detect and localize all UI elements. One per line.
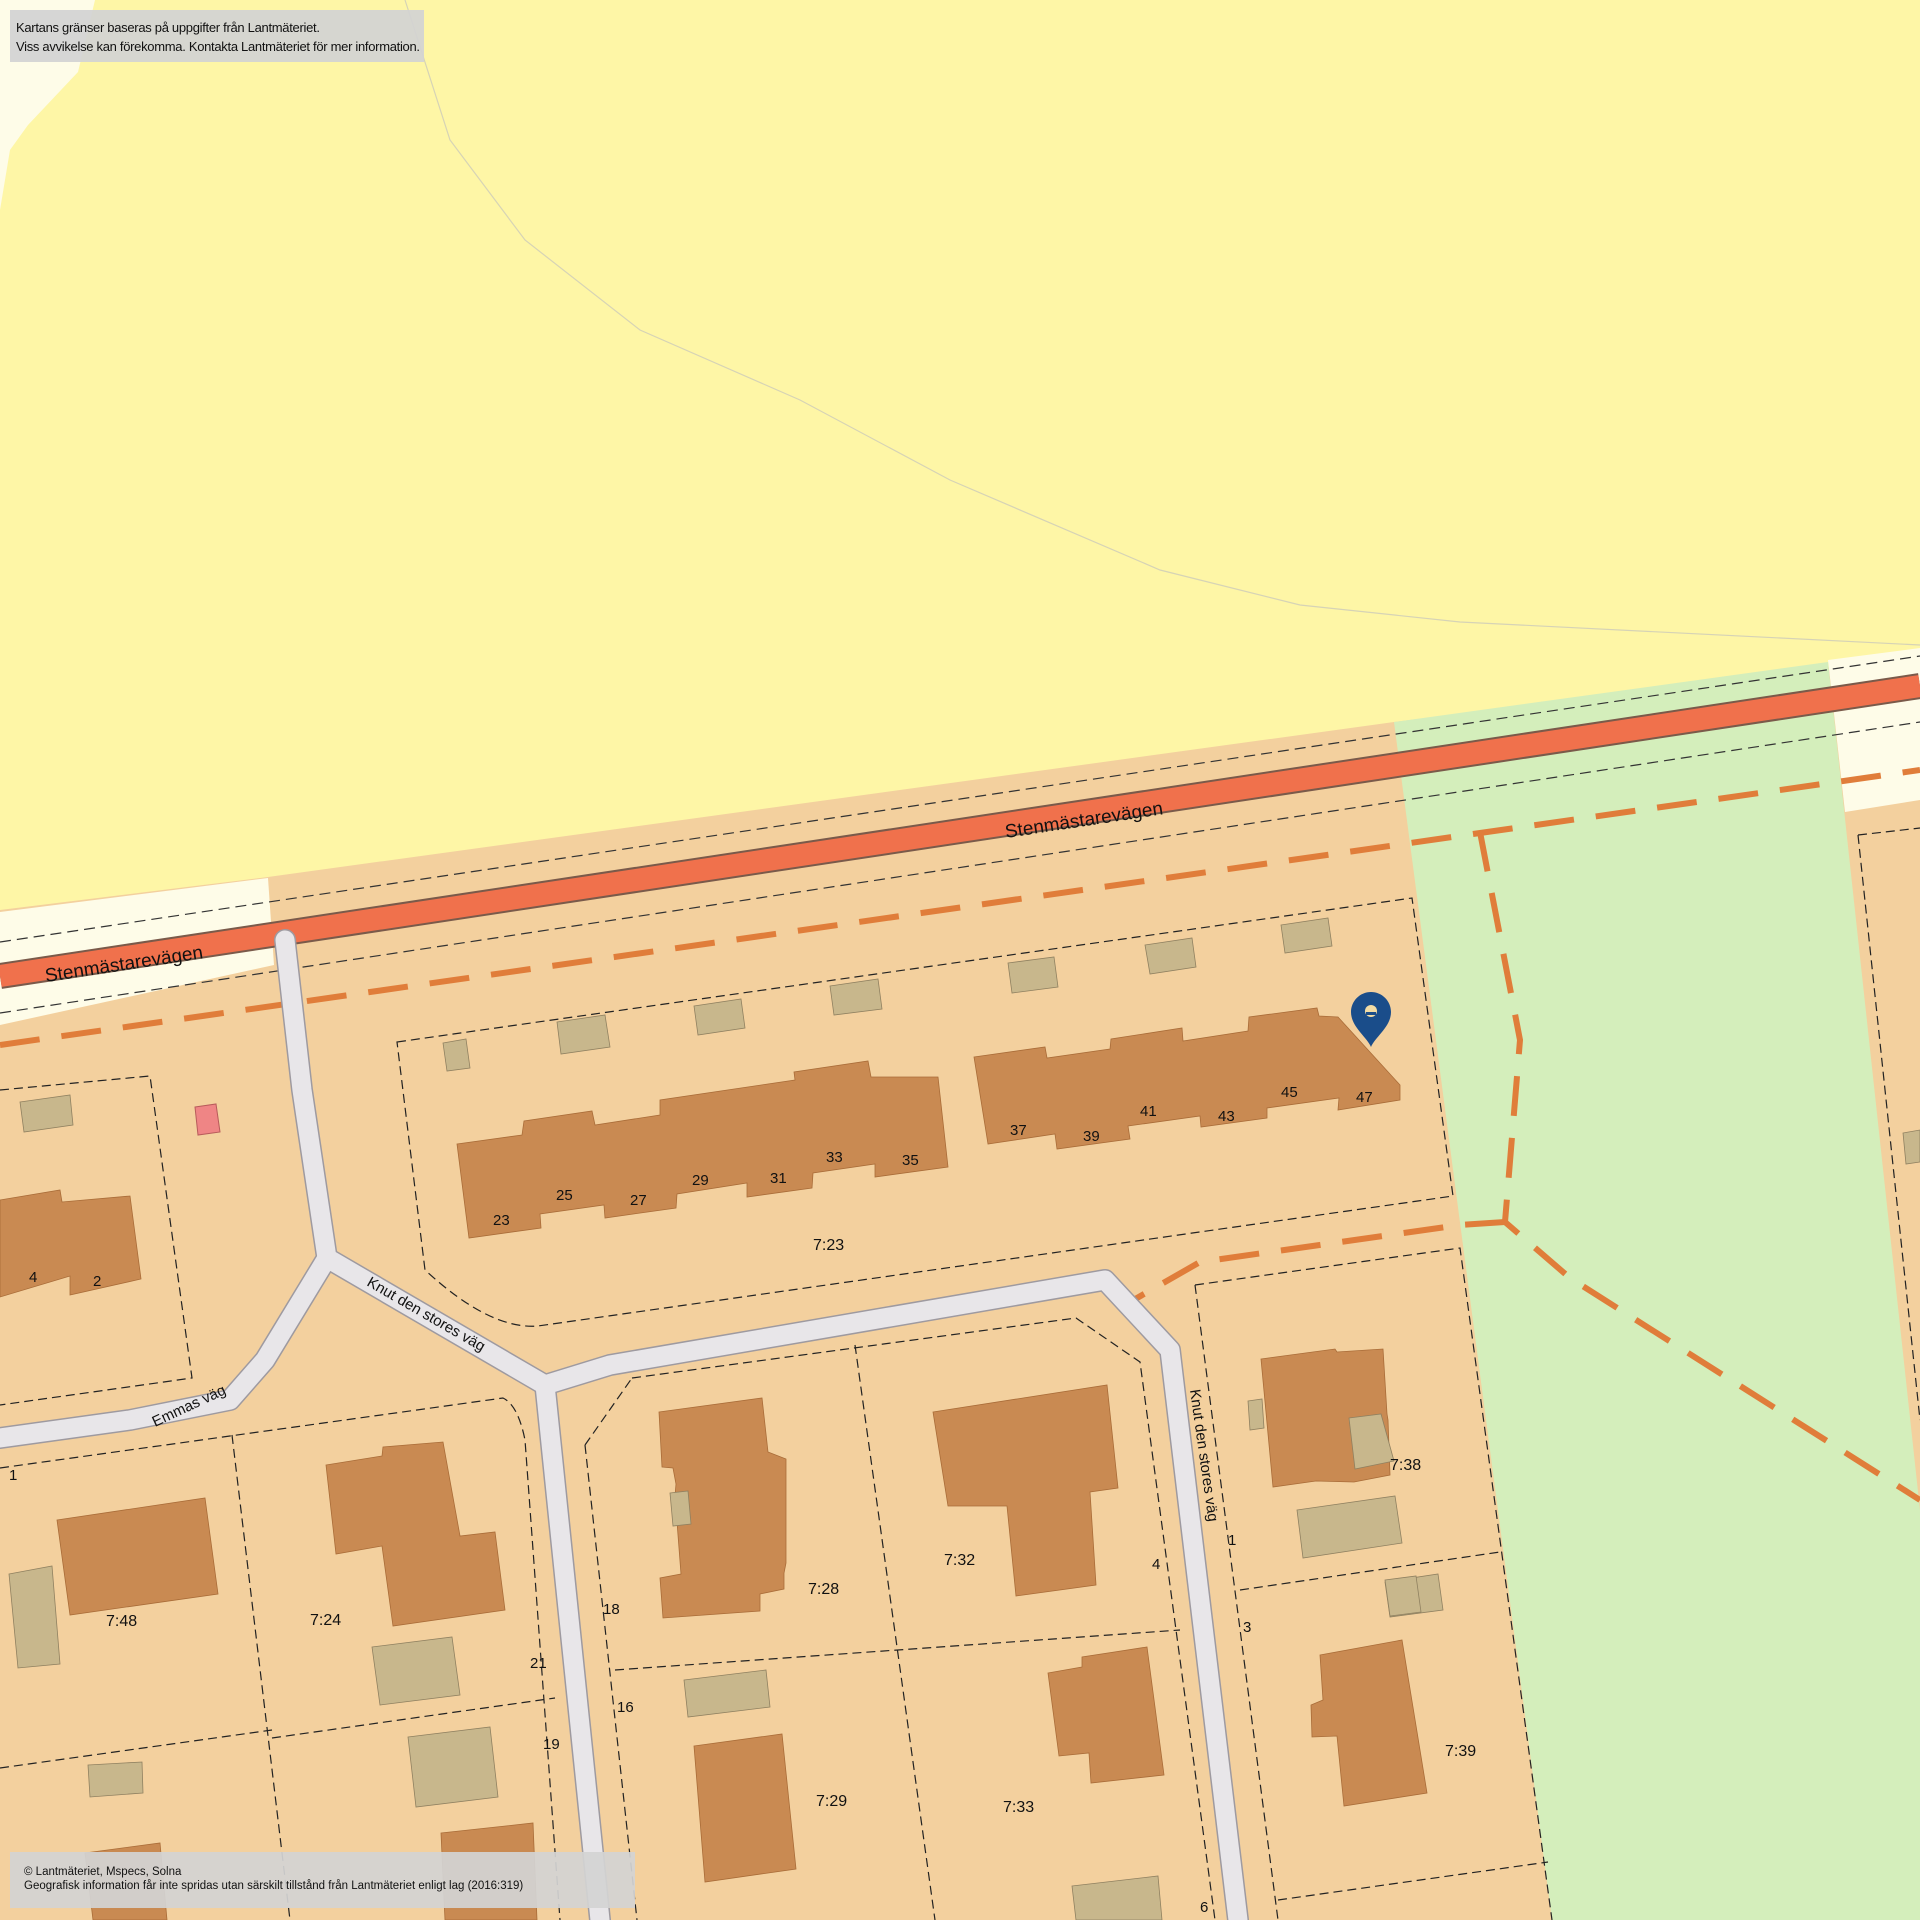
parcel-label: 7:39 — [1445, 1743, 1476, 1760]
house-number: 43 — [1218, 1108, 1235, 1125]
parcel-label: 7:23 — [813, 1237, 844, 1254]
house-number: 1 — [9, 1467, 17, 1484]
house-number: 2 — [93, 1273, 101, 1290]
house-number: 4 — [1152, 1556, 1160, 1573]
disclaimer-line: Kartans gränser baseras på uppgifter frå… — [16, 20, 320, 35]
parcel-label: 7:48 — [106, 1613, 137, 1630]
house-number: 19 — [543, 1736, 560, 1753]
parcel-label: 7:33 — [1003, 1799, 1034, 1816]
house-number: 21 — [530, 1655, 547, 1672]
house-number: 39 — [1083, 1128, 1100, 1145]
small-building-red — [194, 1103, 221, 1136]
house-number: 33 — [826, 1149, 843, 1166]
parcel-label: 7:29 — [816, 1793, 847, 1810]
parcel-label: 7:24 — [310, 1612, 341, 1629]
disclaimer-line: Viss avvikelse kan förekomma. Kontakta L… — [16, 39, 420, 54]
house-number: 3 — [1243, 1619, 1251, 1636]
house-number: 16 — [617, 1699, 634, 1716]
property-map[interactable]: Stenmästarevägen Stenmästarevägen Knut d… — [0, 0, 1920, 1920]
house-number: 45 — [1281, 1084, 1298, 1101]
copyright-line: Geografisk information får inte spridas … — [24, 1880, 524, 1892]
house-number: 29 — [692, 1172, 709, 1189]
copyright-notice: © Lantmäteriet, Mspecs, Solna Geografisk… — [10, 1852, 635, 1908]
parcel-label: 7:32 — [944, 1552, 975, 1569]
house-number: 35 — [902, 1152, 919, 1169]
house-number: 37 — [1010, 1122, 1027, 1139]
parcel-label: 7:28 — [808, 1581, 839, 1598]
parcel-label: 7:38 — [1390, 1457, 1421, 1474]
house-number: 41 — [1140, 1103, 1157, 1120]
house-number: 31 — [770, 1170, 787, 1187]
house-number: 47 — [1356, 1089, 1373, 1106]
house-number: 23 — [493, 1212, 510, 1229]
house-number: 4 — [29, 1269, 37, 1286]
house-number: 27 — [630, 1192, 647, 1209]
house-number: 18 — [603, 1601, 620, 1618]
house-number: 1 — [1228, 1532, 1236, 1549]
house-number: 6 — [1200, 1899, 1208, 1916]
house-number: 25 — [556, 1187, 573, 1204]
copyright-line: © Lantmäteriet, Mspecs, Solna — [24, 1866, 182, 1878]
boundary-disclaimer: Kartans gränser baseras på uppgifter frå… — [10, 10, 424, 62]
